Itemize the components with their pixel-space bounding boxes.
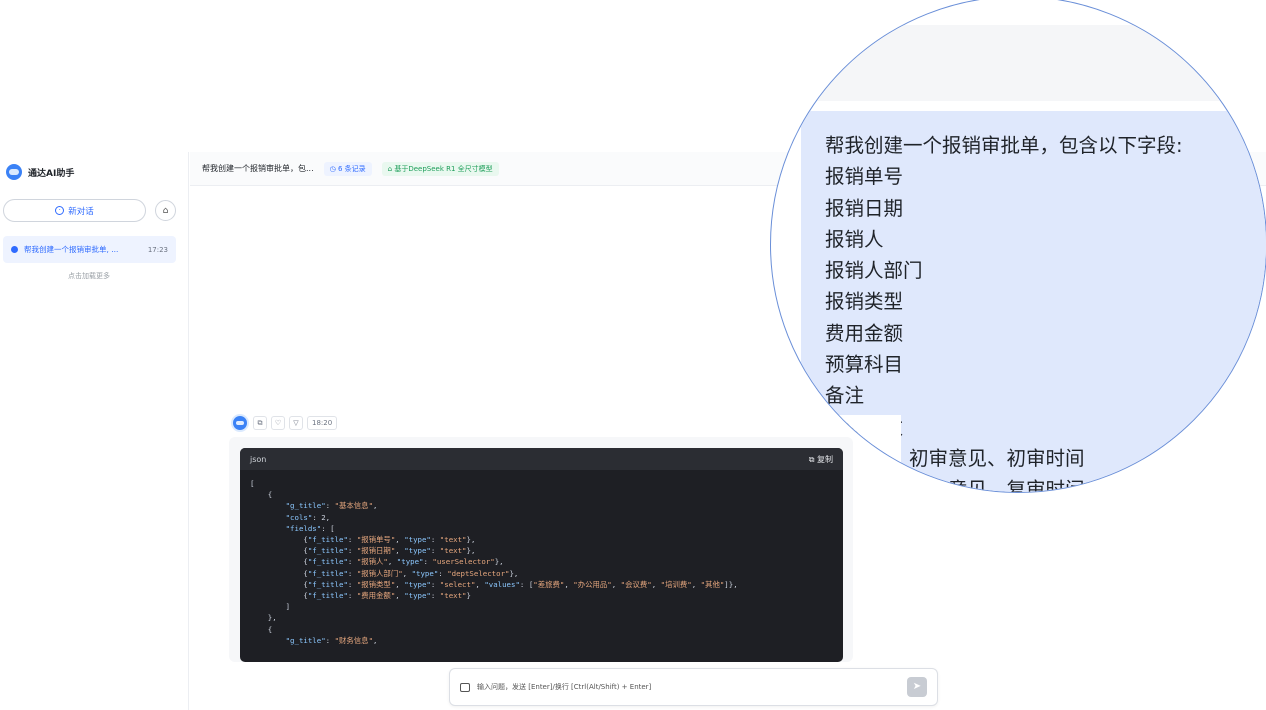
code-header: json ⧉ 复制 — [240, 448, 843, 470]
brand: 通达AI助手 — [6, 162, 74, 182]
magnified-line: 帮我创建一个报销审批单，包含以下字段: — [825, 134, 1183, 157]
conversation-title: 帮我创建一个报销审批单, ... — [24, 245, 119, 254]
magnified-line: 备注 — [825, 384, 865, 408]
records-badge-label: 6 条记录 — [337, 164, 366, 173]
records-badge[interactable]: ◷ 6 条记录 — [323, 161, 372, 176]
magnified-line: 报销人 — [825, 227, 884, 251]
assistant-logo-icon — [6, 164, 22, 180]
assistant-avatar — [231, 414, 249, 432]
magnified-line: 报销单号 — [825, 165, 904, 189]
magnified-line: 报销人部门 — [825, 259, 923, 283]
thumbs-down-icon[interactable]: ▽ — [289, 416, 303, 430]
conversation-time: 17:23 — [147, 245, 168, 254]
model-badge: ⌂ 基于DeepSeek R1 全尺寸模型 — [381, 161, 499, 176]
chat-bubble-icon: · — [55, 206, 65, 215]
magnified-line: 报销日期 — [825, 196, 904, 220]
magnified-line: 费用金额 — [825, 321, 904, 345]
load-more-link[interactable]: 点击加载更多 — [0, 271, 178, 281]
new-chat-button[interactable]: · 新对话 — [3, 199, 146, 222]
broom-icon: ⌂ — [162, 205, 169, 216]
app-root: 通达AI助手 · 新对话 ⌂ 帮我创建一个报销审批单, ... 17:23 点击… — [0, 0, 1266, 710]
code-block: json ⧉ 复制 [ { "g_title": "基本信息", "cols":… — [240, 448, 843, 662]
new-chat-label: 新对话 — [68, 206, 94, 217]
send-icon: ➤ — [912, 681, 922, 692]
magnified-line: 预算科目 — [825, 353, 904, 377]
code-language: json — [250, 454, 267, 464]
chat-input[interactable] — [477, 683, 900, 691]
brand-name: 通达AI助手 — [28, 168, 75, 179]
magnifier-mask — [771, 415, 901, 492]
thumbs-up-icon[interactable]: ♡ — [271, 416, 285, 430]
message-time: 18:20 — [307, 416, 338, 430]
send-button[interactable]: ➤ — [907, 677, 927, 697]
copy-icon[interactable]: ⧉ — [253, 416, 267, 430]
chat-dot-icon — [11, 246, 18, 253]
magnifier-overlay: 帮我创建一个报销审批单，包含以下字段: 报销单号 报销日期 报销人 报销人部门 … — [770, 0, 1266, 493]
chat-title: 帮我创建一个报销审批单，包... — [202, 164, 314, 173]
magnified-header — [771, 25, 1266, 101]
magnified-line: 报销类型 — [825, 290, 904, 314]
chat-input-box: ➤ — [449, 668, 938, 706]
model-badge-label: 基于DeepSeek R1 全尺寸模型 — [394, 164, 493, 173]
message-meta: ⧉ ♡ ▽ 18:20 — [231, 414, 338, 432]
image-upload-icon[interactable] — [460, 682, 470, 692]
code-content: [ { "g_title": "基本信息", "cols": 2, "field… — [250, 479, 738, 645]
clear-history-button[interactable]: ⌂ — [155, 200, 176, 221]
sidebar: 通达AI助手 · 新对话 ⌂ 帮我创建一个报销审批单, ... 17:23 点击… — [0, 152, 189, 710]
conversation-item[interactable]: 帮我创建一个报销审批单, ... 17:23 — [3, 236, 176, 263]
